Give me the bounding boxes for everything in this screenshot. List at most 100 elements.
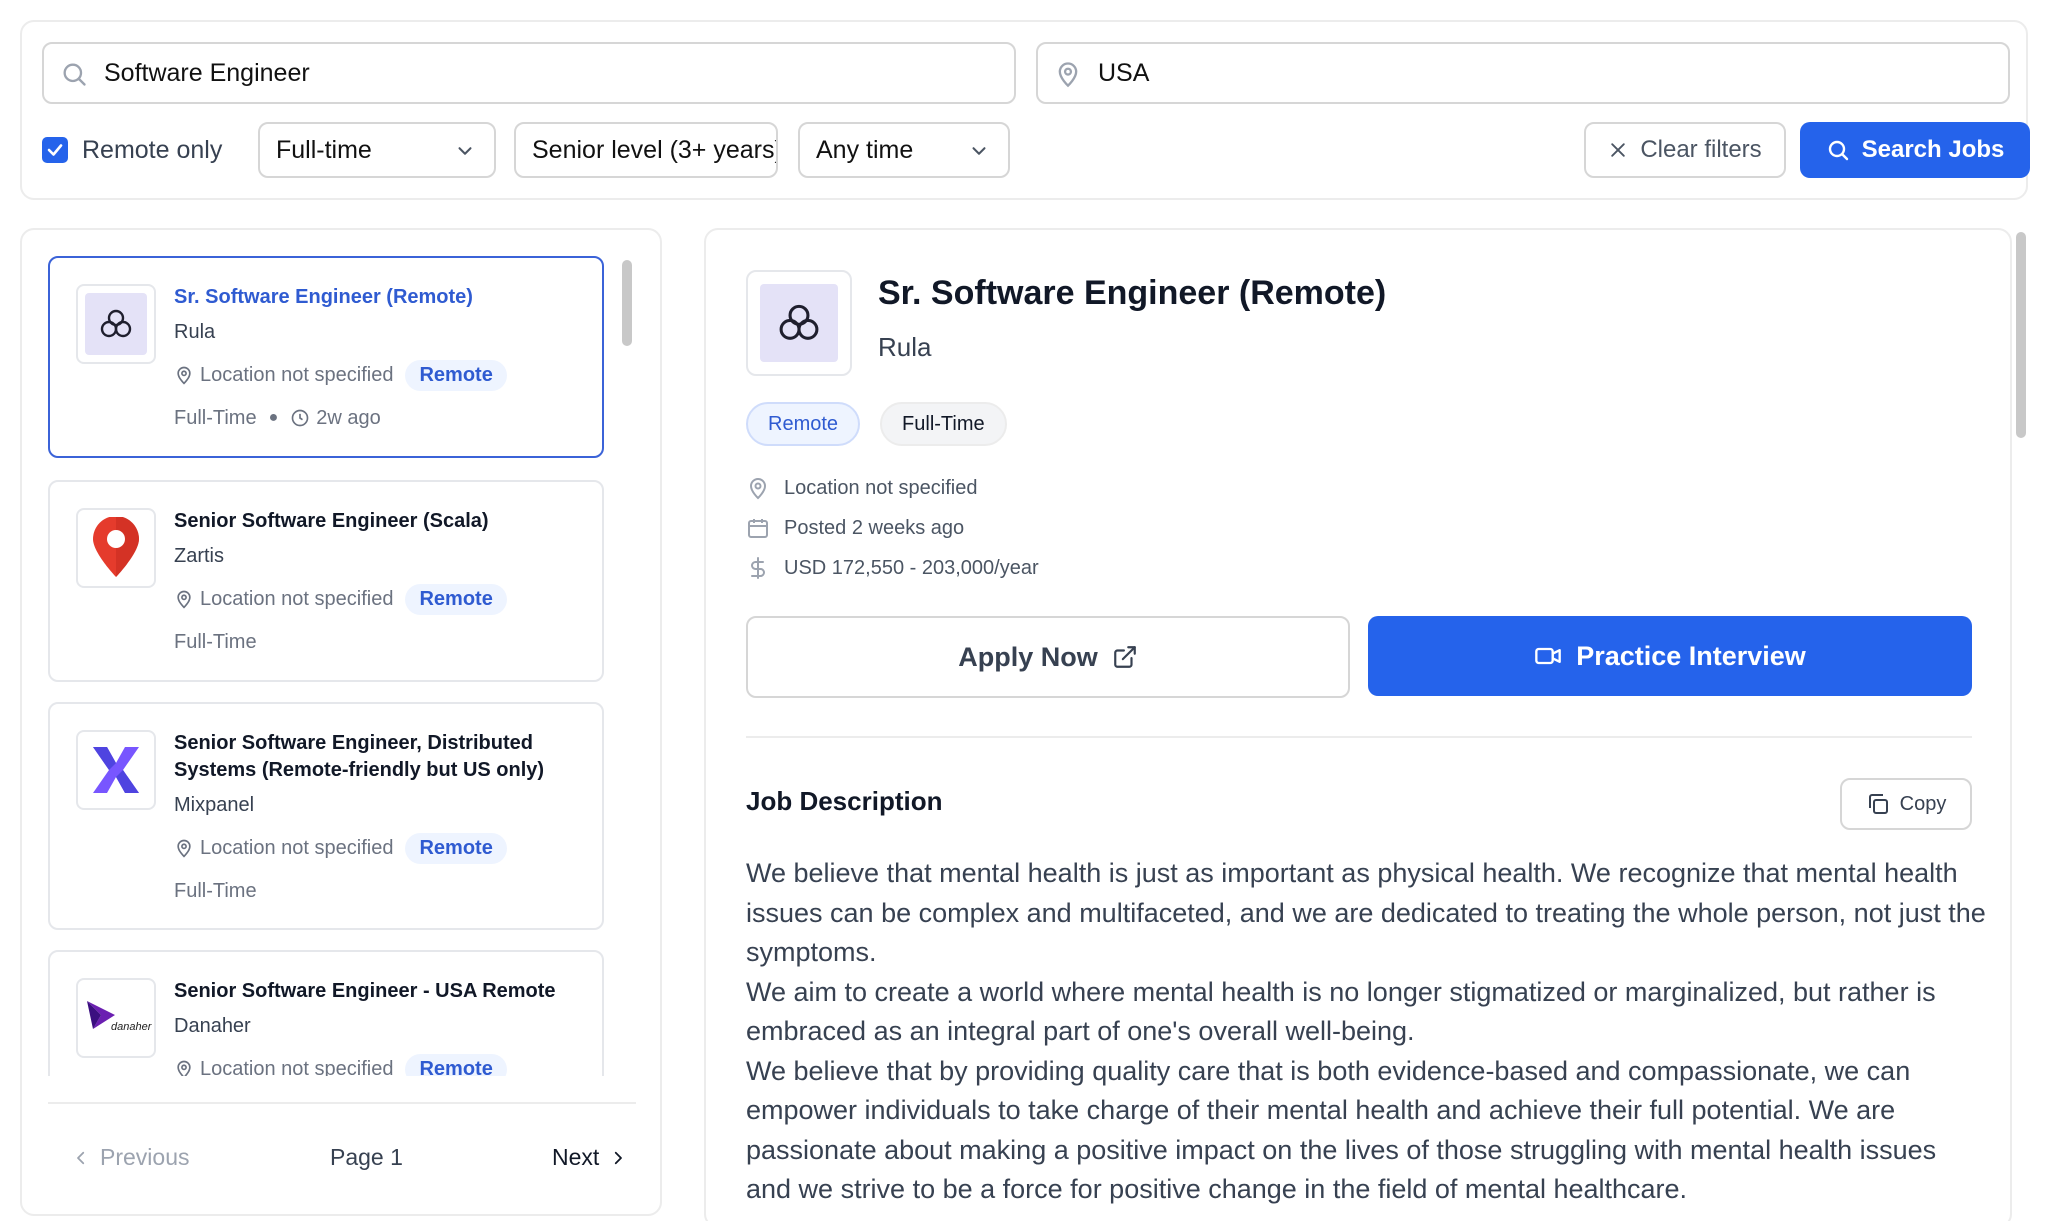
- job-type-value: Full-time: [276, 135, 372, 164]
- location-pin-icon: [177, 839, 191, 858]
- search-icon: [1828, 140, 1848, 161]
- rula-logo: [746, 270, 852, 376]
- copy-icon: [1868, 794, 1888, 814]
- search-icon: [63, 63, 86, 86]
- job-detail-tags: Remote Full-Time: [746, 402, 1007, 446]
- location-pin-icon: [177, 1060, 191, 1076]
- job-description-body: We believe that mental health is just as…: [746, 854, 1986, 1210]
- search-panel: Software Engineer USA Remote only Full-t…: [20, 20, 2030, 200]
- job-company: Danaher: [174, 1015, 251, 1037]
- job-company: Mixpanel: [174, 794, 255, 816]
- chevron-down-icon: [972, 147, 986, 155]
- job-card-danaher[interactable]: danaher Senior Software Engineer - USA R…: [48, 950, 604, 1076]
- job-title[interactable]: Sr. Software Engineer (Remote): [174, 284, 582, 311]
- job-type-select[interactable]: Full-time: [258, 122, 496, 178]
- location-pin-icon: [1058, 62, 1078, 88]
- remote-only-checkbox[interactable]: [42, 137, 68, 163]
- remote-badge: Remote: [746, 402, 861, 446]
- clear-filters-button[interactable]: Clear filters: [1584, 122, 1786, 178]
- job-title[interactable]: Senior Software Engineer (Scala): [174, 508, 582, 535]
- separator-dot: ●: [268, 409, 279, 426]
- keyword-search-input[interactable]: Software Engineer: [42, 42, 1016, 104]
- job-card-mixpanel[interactable]: Senior Software Engineer, Distributed Sy…: [48, 702, 604, 930]
- job-description-heading: Job Description: [746, 786, 943, 816]
- job-type: Full-Time: [174, 406, 257, 429]
- job-location: Location not specified: [200, 363, 394, 386]
- clock-icon: [291, 409, 309, 427]
- map-pin-logo-icon: [93, 517, 139, 577]
- search-jobs-button[interactable]: Search Jobs: [1800, 122, 2030, 178]
- keyword-value[interactable]: Software Engineer: [104, 59, 310, 88]
- next-page-button[interactable]: Next: [552, 1144, 627, 1171]
- previous-page-button[interactable]: Previous: [72, 1144, 189, 1171]
- divider: [48, 1102, 636, 1104]
- location-pin-icon: [749, 478, 767, 500]
- location-pin-icon: [177, 590, 191, 609]
- chevron-down-icon: [458, 147, 472, 155]
- dollar-icon: [751, 557, 765, 579]
- description-paragraph: We believe that mental health is just as…: [746, 858, 1986, 967]
- job-card-zartis[interactable]: Senior Software Engineer (Scala) Zartis …: [48, 480, 604, 682]
- calendar-icon: [748, 519, 768, 538]
- close-icon: [1611, 143, 1626, 157]
- apply-now-button[interactable]: Apply Now: [746, 616, 1350, 698]
- chevron-right-icon: [615, 1151, 623, 1164]
- remote-only-toggle[interactable]: Remote only: [42, 122, 222, 178]
- job-company: Zartis: [174, 545, 224, 567]
- location-pin-icon: [177, 366, 191, 385]
- job-card-rula[interactable]: Sr. Software Engineer (Remote) Rula Loca…: [48, 256, 604, 458]
- job-detail-salary: USD 172,550 - 203,000/year: [784, 556, 1039, 579]
- video-camera-icon: [1535, 647, 1562, 665]
- job-detail-posted: Posted 2 weeks ago: [784, 516, 965, 539]
- job-detail-company: Rula: [878, 332, 932, 362]
- description-paragraph: We aim to create a world where mental he…: [746, 976, 1936, 1047]
- location-value[interactable]: USA: [1098, 59, 1149, 88]
- job-title[interactable]: Senior Software Engineer, Distributed Sy…: [174, 730, 582, 784]
- job-detail-location: Location not specified: [784, 476, 978, 499]
- job-list[interactable]: Sr. Software Engineer (Remote) Rula Loca…: [22, 230, 660, 1076]
- external-link-icon: [1113, 646, 1136, 668]
- zartis-logo: [76, 508, 156, 588]
- search-jobs-label: Search Jobs: [1861, 136, 2005, 163]
- remote-badge: Remote: [405, 583, 507, 615]
- full-time-badge: Full-Time: [880, 402, 1007, 446]
- date-posted-value: Any time: [816, 135, 914, 164]
- list-scrollbar[interactable]: [622, 260, 632, 346]
- location-search-input[interactable]: USA: [1036, 42, 2010, 104]
- mixpanel-x-icon: [93, 747, 139, 793]
- job-type: Full-Time: [174, 879, 257, 902]
- apply-now-label: Apply Now: [958, 641, 1098, 672]
- copy-button[interactable]: Copy: [1840, 778, 1972, 830]
- rula-knot-icon: [779, 304, 819, 340]
- rula-logo: [76, 284, 156, 364]
- danaher-wordmark: danaher: [111, 1021, 152, 1033]
- checkmark-icon: [47, 144, 63, 156]
- job-location: Location not specified: [200, 587, 394, 610]
- next-label: Next: [552, 1144, 600, 1170]
- job-company: Rula: [174, 321, 216, 343]
- job-location: Location not specified: [200, 1057, 394, 1077]
- job-title[interactable]: Senior Software Engineer - USA Remote: [174, 978, 582, 1005]
- job-detail-meta: Location not specified Posted 2 weeks ag…: [746, 468, 1039, 588]
- practice-interview-button[interactable]: Practice Interview: [1368, 616, 1972, 696]
- pagination: Previous Page 1 Next: [48, 1130, 636, 1186]
- job-list-panel: Sr. Software Engineer (Remote) Rula Loca…: [20, 228, 662, 1216]
- page-indicator: Page 1: [330, 1144, 403, 1170]
- filter-row: Remote only Full-time Senior level (3+ y…: [42, 122, 2030, 178]
- chevron-left-icon: [77, 1151, 85, 1164]
- mixpanel-logo: [76, 730, 156, 810]
- danaher-logo: danaher: [76, 978, 156, 1058]
- job-location: Location not specified: [200, 836, 394, 859]
- experience-level-select[interactable]: Senior level (3+ years): [514, 122, 778, 178]
- practice-interview-label: Practice Interview: [1576, 640, 1806, 671]
- remote-badge: Remote: [405, 832, 507, 864]
- date-posted-select[interactable]: Any time: [798, 122, 1010, 178]
- previous-label: Previous: [100, 1144, 190, 1170]
- remote-badge: Remote: [405, 359, 507, 391]
- page-scrollbar[interactable]: [2016, 232, 2026, 438]
- divider: [746, 736, 1972, 738]
- job-posted: 2w ago: [316, 406, 381, 429]
- job-detail-title: Sr. Software Engineer (Remote): [878, 274, 1387, 312]
- job-type: Full-Time: [174, 630, 257, 653]
- copy-label: Copy: [1899, 792, 1947, 815]
